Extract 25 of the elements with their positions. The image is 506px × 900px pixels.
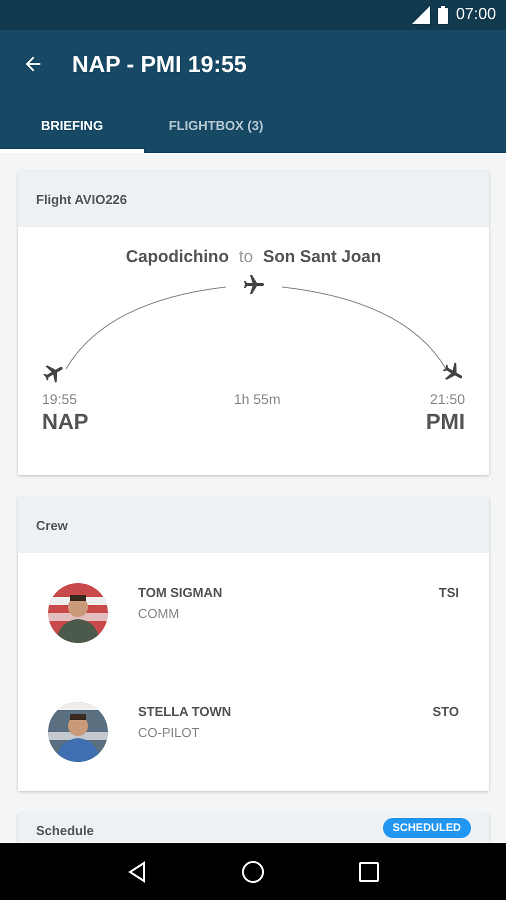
tab[interactable]: FLIGHTBOX (3) — [144, 98, 288, 153]
crew-name: STELLA TOWN — [138, 704, 232, 719]
tab[interactable]: BRIEFING — [0, 98, 144, 153]
arrival-time: 21:50 — [430, 391, 465, 407]
destination-airport: Son Sant Joan — [263, 247, 382, 267]
screen-title: NAP - PMI 19:55 — [72, 50, 247, 78]
arrival-code: PMI — [426, 409, 465, 435]
crew-role: COMM — [138, 606, 180, 621]
route-connector: to — [238, 247, 254, 267]
departure-code: NAP — [42, 409, 88, 435]
flight-duration: 1h 55m — [234, 391, 281, 409]
card-title: Schedule — [36, 822, 94, 838]
status-badge: SCHEDULED — [382, 818, 471, 838]
crew-role: CO-PILOT — [138, 725, 200, 740]
card-title: Crew — [36, 518, 68, 532]
signal-icon — [412, 6, 430, 24]
card-title: Flight AVIO226 — [36, 192, 128, 206]
battery-icon — [438, 6, 448, 24]
origin-airport: Capodichino — [126, 247, 229, 267]
plane-icon — [242, 273, 266, 297]
crew-code: TSI — [438, 584, 459, 600]
clock: 07:00 — [456, 6, 496, 24]
departure-time: 19:55 — [42, 391, 78, 407]
crew-code: STO — [432, 703, 459, 719]
crew-name: TOM SIGMAN — [138, 585, 224, 600]
